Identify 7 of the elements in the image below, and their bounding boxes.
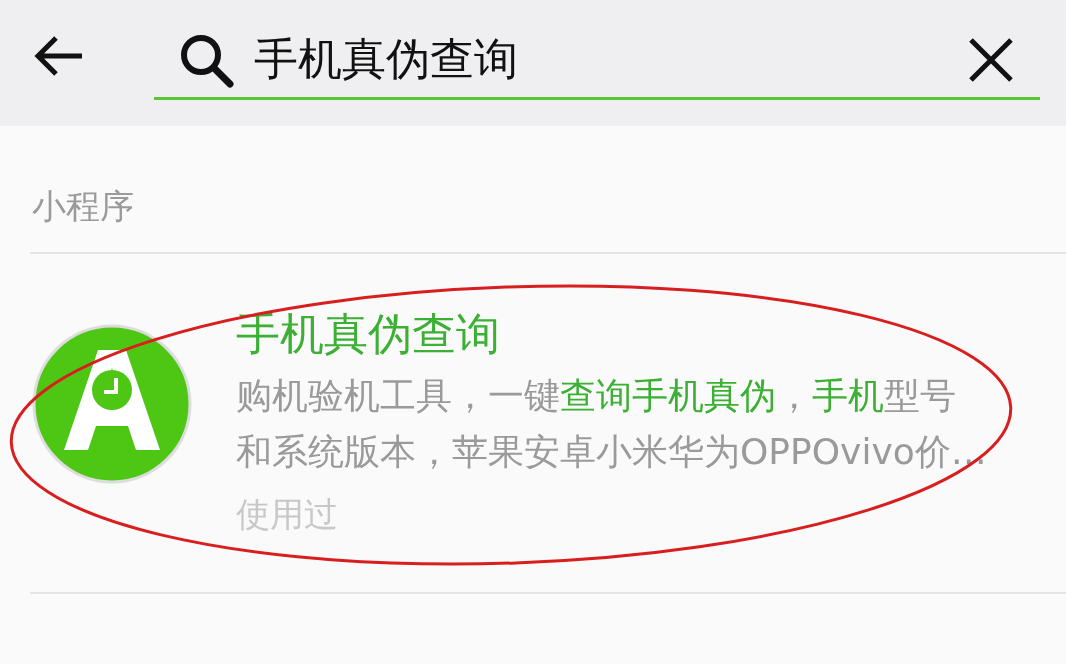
search-field[interactable]: 手机真伪查询 [154, 22, 1040, 100]
section-title: 小程序 [31, 185, 135, 228]
back-icon[interactable] [34, 36, 84, 76]
close-icon[interactable] [968, 36, 1014, 83]
app-icon [32, 324, 192, 484]
search-input[interactable]: 手机真伪查询 [254, 34, 968, 85]
result-description: 购机验机工具，一键查询手机真伪，手机型号 [236, 374, 957, 418]
